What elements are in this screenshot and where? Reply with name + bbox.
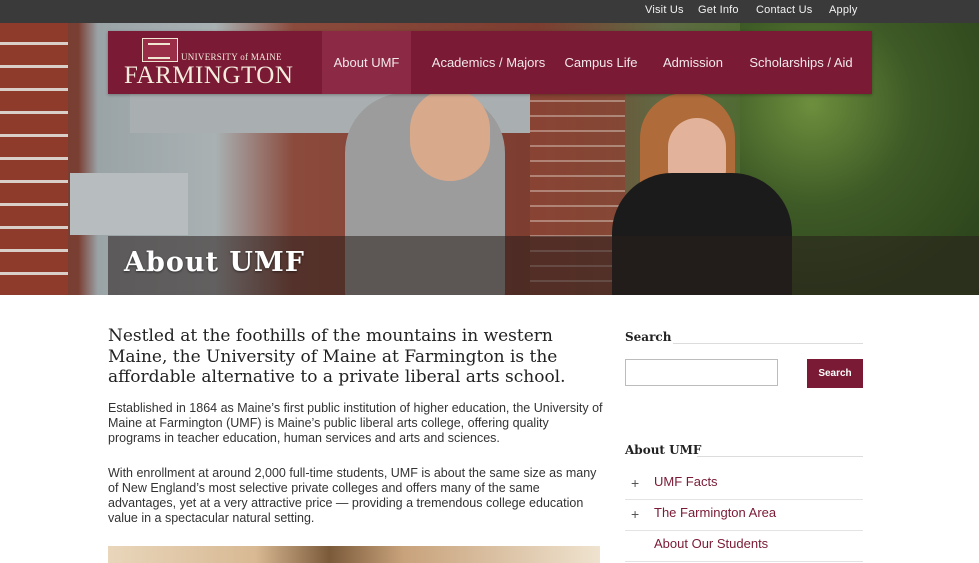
sidebar-item-farmington-area[interactable]: + The Farmington Area <box>625 499 863 531</box>
search-heading: Search <box>625 330 672 344</box>
intro-paragraph: Established in 1864 as Maine’s first pub… <box>108 401 603 445</box>
nav-admission[interactable]: Admission <box>650 31 736 94</box>
content-photo <box>108 546 600 563</box>
utility-bar: Visit Us Get Info Contact Us Apply <box>0 0 979 23</box>
search-input[interactable] <box>625 359 778 386</box>
logo-university-of-maine: UNIVERSITY of MAINE <box>181 52 282 62</box>
apply-link[interactable]: Apply <box>829 4 858 16</box>
main-nav: UNIVERSITY of MAINE FARMINGTON About UMF… <box>108 31 872 94</box>
sidebar-item-label[interactable]: The Farmington Area <box>654 505 776 520</box>
hero-photo-brick <box>0 23 68 295</box>
hero-photo-window <box>70 173 188 235</box>
nav-scholarships-aid[interactable]: Scholarships / Aid <box>736 31 866 94</box>
search-button[interactable]: Search <box>807 359 863 388</box>
visit-us-link[interactable]: Visit Us <box>645 4 684 16</box>
expand-icon[interactable]: + <box>631 506 639 522</box>
nav-academics-majors[interactable]: Academics / Majors <box>411 31 566 94</box>
sidebar-item-label[interactable]: UMF Facts <box>654 474 718 489</box>
about-heading-rule <box>697 456 863 457</box>
nav-about-umf[interactable]: About UMF <box>322 31 411 94</box>
sidebar-item-umf-facts[interactable]: + UMF Facts <box>625 468 863 500</box>
sidebar-item-label[interactable]: About Our Students <box>654 536 768 551</box>
umf-logo[interactable]: UNIVERSITY of MAINE FARMINGTON <box>108 31 322 94</box>
expand-icon[interactable]: + <box>631 475 639 491</box>
about-umf-heading: About UMF <box>625 443 702 457</box>
hero-photo-student-male-head <box>410 89 490 181</box>
get-info-link[interactable]: Get Info <box>698 4 739 16</box>
intro-lead: Nestled at the foothills of the mountain… <box>108 326 566 387</box>
contact-us-link[interactable]: Contact Us <box>756 4 812 16</box>
enrollment-paragraph: With enrollment at around 2,000 full-tim… <box>108 466 597 525</box>
page-title: About UMF <box>124 247 305 278</box>
crest-icon <box>142 38 178 62</box>
nav-campus-life[interactable]: Campus Life <box>552 31 650 94</box>
logo-farmington: FARMINGTON <box>124 62 294 89</box>
sidebar-item-about-our-students[interactable]: About Our Students <box>625 530 863 562</box>
search-heading-rule <box>673 343 863 344</box>
